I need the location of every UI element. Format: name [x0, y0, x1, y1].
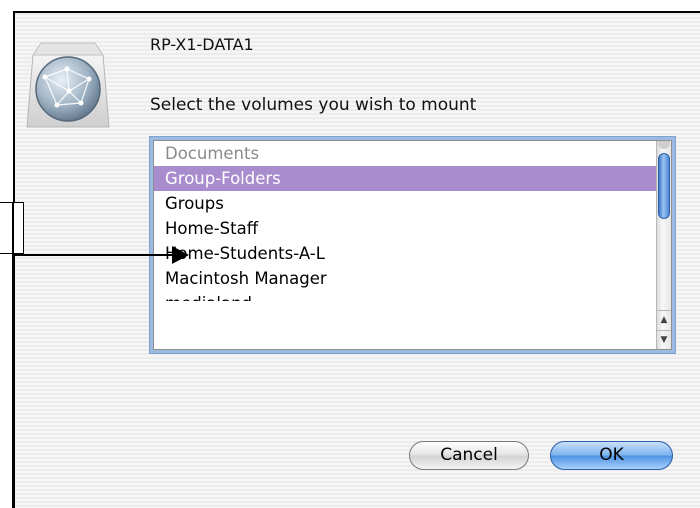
- cancel-button[interactable]: Cancel: [409, 441, 529, 470]
- list-item[interactable]: Home-Students-A-L: [154, 241, 671, 266]
- list-item[interactable]: Group-Folders: [154, 166, 671, 191]
- vertical-scrollbar[interactable]: ▲ ▼: [656, 141, 671, 349]
- callout-arrow-icon: [172, 246, 189, 264]
- mount-volumes-dialog: RP-X1-DATA1 Select the volumes you wish …: [13, 11, 700, 508]
- server-name: RP-X1-DATA1: [150, 35, 254, 54]
- scroll-down-arrow-icon[interactable]: ▼: [657, 330, 671, 349]
- list-item[interactable]: Macintosh Manager: [154, 266, 671, 291]
- list-item[interactable]: Home-Staff: [154, 216, 671, 241]
- scroll-up-arrow-icon[interactable]: ▲: [657, 310, 671, 329]
- list-item: Documents: [165, 144, 260, 163]
- network-globe-icon: [26, 42, 110, 128]
- list-item[interactable]: Groups: [154, 191, 671, 216]
- ok-button[interactable]: OK: [550, 441, 673, 470]
- callout-line: [12, 202, 14, 508]
- volume-list[interactable]: Documents Group-Folders Groups Home-Staf…: [153, 140, 672, 350]
- scrollbar-cap: [658, 141, 670, 149]
- list-item[interactable]: medialand: [154, 291, 671, 301]
- scrollbar-thumb[interactable]: [658, 153, 670, 219]
- prompt-text: Select the volumes you wish to mount: [150, 95, 477, 115]
- callout-pointer-line: [13, 254, 173, 256]
